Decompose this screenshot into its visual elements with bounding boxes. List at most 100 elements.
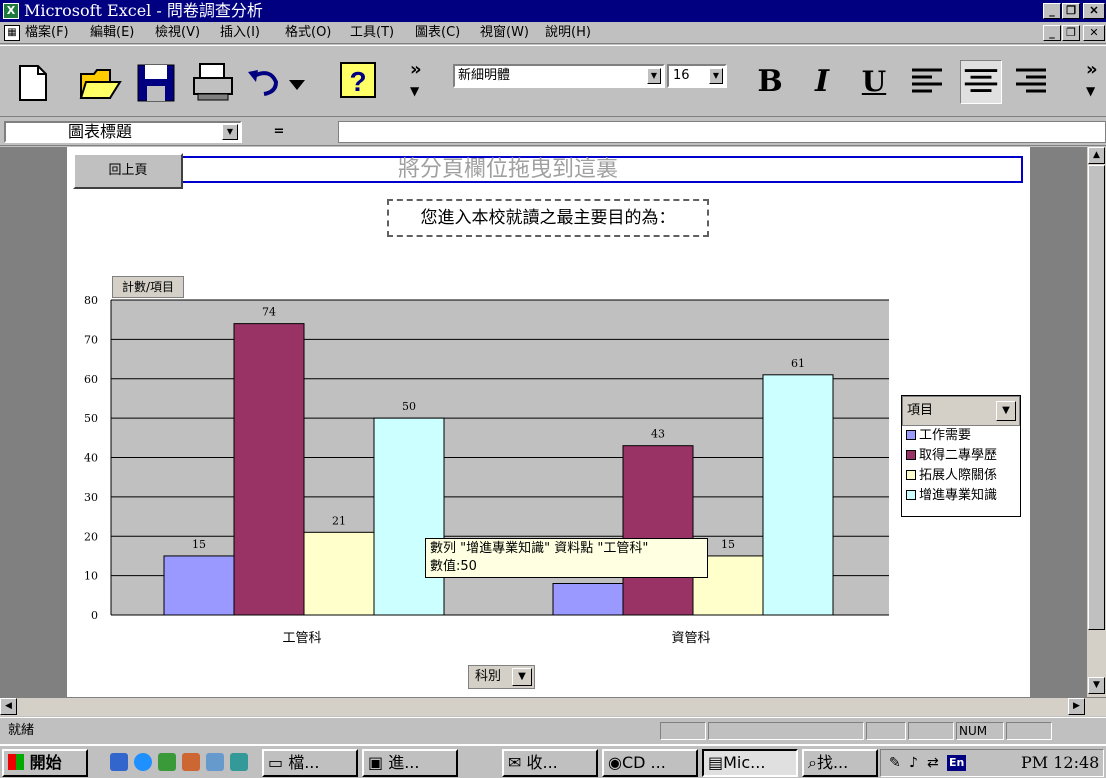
horizontal-scrollbar[interactable]: ◀ ▶: [0, 697, 1106, 716]
tooltip-series-line: 數列 "增進專業知識" 資料點 "工管科": [430, 541, 649, 556]
legend-entry: 取得二專學歷: [902, 446, 1020, 466]
print-icon[interactable]: [190, 60, 238, 104]
language-indicator[interactable]: En: [947, 755, 967, 771]
toolbar-overflow-icon[interactable]: » ▼: [410, 60, 440, 104]
scroll-down-icon[interactable]: ▼: [1088, 677, 1105, 694]
vertical-scrollbar[interactable]: ▲ ▼: [1087, 147, 1106, 697]
x-category-label: 工管科: [282, 631, 321, 646]
formatting-toolbar: ? » ▼ 新細明體 ▼ 16 ▼ B I U » ▼: [0, 45, 1106, 117]
search-icon: ⌕: [808, 753, 817, 772]
clock: PM 12:48: [1021, 753, 1100, 772]
underline-icon[interactable]: U: [856, 60, 892, 104]
legend-entry: 工作需要: [902, 426, 1020, 446]
data-label: 15: [192, 538, 206, 551]
align-left-icon[interactable]: [908, 60, 948, 104]
bar[interactable]: [163, 555, 235, 616]
new-file-icon[interactable]: [14, 60, 50, 104]
help-icon[interactable]: ?: [338, 60, 378, 104]
formula-equals[interactable]: =: [244, 121, 314, 143]
start-button[interactable]: 開始: [2, 749, 88, 777]
legend-swatch: [906, 490, 916, 500]
y-tick-label: 60: [84, 373, 98, 386]
menu-insert[interactable]: 插入(I): [220, 22, 260, 44]
bar[interactable]: [373, 417, 445, 616]
menu-window[interactable]: 視窗(W): [480, 22, 529, 44]
document-icon[interactable]: ▦: [4, 25, 20, 41]
align-center-icon[interactable]: [960, 60, 1002, 104]
scroll-right-icon[interactable]: ▶: [1068, 698, 1085, 715]
legend-entry: 拓展人際關係: [902, 466, 1020, 486]
task-button[interactable]: ⌕找...: [802, 749, 878, 777]
restore-button[interactable]: ❐: [1062, 3, 1080, 19]
quick-launch-icon[interactable]: [206, 753, 224, 771]
font-size-dropdown-icon[interactable]: ▼: [709, 68, 723, 84]
legend-dropdown-icon[interactable]: ▼: [996, 401, 1016, 421]
menu-help[interactable]: 說明(H): [545, 22, 591, 44]
menu-tools[interactable]: 工具(T): [350, 22, 394, 44]
task-button[interactable]: ▣ 進...: [362, 749, 458, 777]
undo-icon[interactable]: [244, 60, 284, 104]
windows-logo-icon: [8, 754, 24, 770]
quick-launch-icon[interactable]: [182, 753, 200, 771]
menu-file[interactable]: 檔案(F): [25, 22, 69, 44]
menu-format[interactable]: 格式(O): [285, 22, 331, 44]
status-panel: [708, 722, 864, 740]
task-button[interactable]: ▭ 檔...: [262, 749, 358, 777]
close-button[interactable]: ✕: [1083, 3, 1105, 19]
minimize-button[interactable]: _: [1043, 3, 1061, 19]
font-name-dropdown-icon[interactable]: ▼: [647, 68, 661, 84]
y-tick-label: 0: [91, 609, 98, 622]
y-tick-label: 70: [84, 333, 98, 346]
chart-area: 將分頁欄位拖曳到這裏 回上頁 您進入本校就讀之最主要目的為： 計數/項目 0 10…: [67, 147, 1030, 697]
italic-icon[interactable]: I: [804, 60, 840, 104]
status-panel: [660, 722, 706, 740]
quick-launch-icon[interactable]: [110, 753, 128, 771]
quick-launch-icon[interactable]: [158, 753, 176, 771]
tray-pen-icon[interactable]: ✎: [889, 755, 901, 771]
category-dropdown-icon[interactable]: ▼: [512, 668, 532, 686]
vertical-scroll-thumb[interactable]: [1088, 165, 1105, 630]
y-tick-label: 80: [84, 294, 98, 307]
bar[interactable]: [303, 531, 375, 616]
data-label: 74: [262, 306, 276, 319]
data-point-tooltip: 數列 "增進專業知識" 資料點 "工管科" 數值:50: [425, 538, 708, 578]
bar[interactable]: [233, 323, 305, 616]
menu-edit[interactable]: 編輯(E): [90, 22, 134, 44]
toolbar-overflow-right-icon[interactable]: » ▼: [1086, 60, 1106, 104]
align-right-icon[interactable]: [1012, 60, 1052, 104]
y-tick-label: 40: [84, 452, 98, 465]
quick-launch-icon[interactable]: [230, 753, 248, 771]
font-name-select[interactable]: 新細明體 ▼: [453, 64, 665, 88]
doc-minimize-button[interactable]: _: [1043, 25, 1061, 41]
data-label: 21: [332, 514, 346, 527]
bar[interactable]: [762, 374, 834, 616]
save-disk-icon[interactable]: [135, 60, 179, 104]
menu-view[interactable]: 檢視(V): [155, 22, 200, 44]
task-button-active[interactable]: ▤Mic...: [702, 749, 798, 777]
scroll-left-icon[interactable]: ◀: [0, 698, 17, 715]
bar[interactable]: [622, 445, 694, 616]
legend-swatch: [906, 450, 916, 460]
open-folder-icon[interactable]: [78, 60, 124, 104]
task-button[interactable]: ✉ 收...: [502, 749, 598, 777]
scroll-up-icon[interactable]: ▲: [1088, 147, 1105, 164]
name-box[interactable]: 圖表標題 ▼: [4, 121, 242, 143]
font-size-select[interactable]: 16 ▼: [667, 64, 727, 88]
formula-input[interactable]: [338, 121, 1106, 143]
volume-icon[interactable]: ♪: [909, 755, 918, 771]
legend-field-button[interactable]: 項目 ▼: [902, 396, 1020, 426]
status-panel: [1006, 722, 1052, 740]
undo-dropdown-icon[interactable]: [286, 60, 308, 104]
network-icon[interactable]: ⇄: [927, 755, 939, 771]
doc-close-button[interactable]: ✕: [1083, 25, 1105, 41]
bar[interactable]: [552, 583, 624, 616]
menu-chart[interactable]: 圖表(C): [415, 22, 460, 44]
browser-icon[interactable]: [134, 753, 152, 771]
excel-app-icon[interactable]: X: [3, 3, 19, 19]
bold-icon[interactable]: B: [752, 60, 788, 104]
system-tray: ✎ ♪ ⇄ En PM 12:48: [880, 749, 1104, 777]
name-box-dropdown-icon[interactable]: ▼: [222, 124, 238, 140]
doc-restore-button[interactable]: ❐: [1062, 25, 1080, 41]
task-button[interactable]: ◉CD ...: [602, 749, 698, 777]
category-field-button[interactable]: 科別 ▼: [468, 665, 535, 689]
